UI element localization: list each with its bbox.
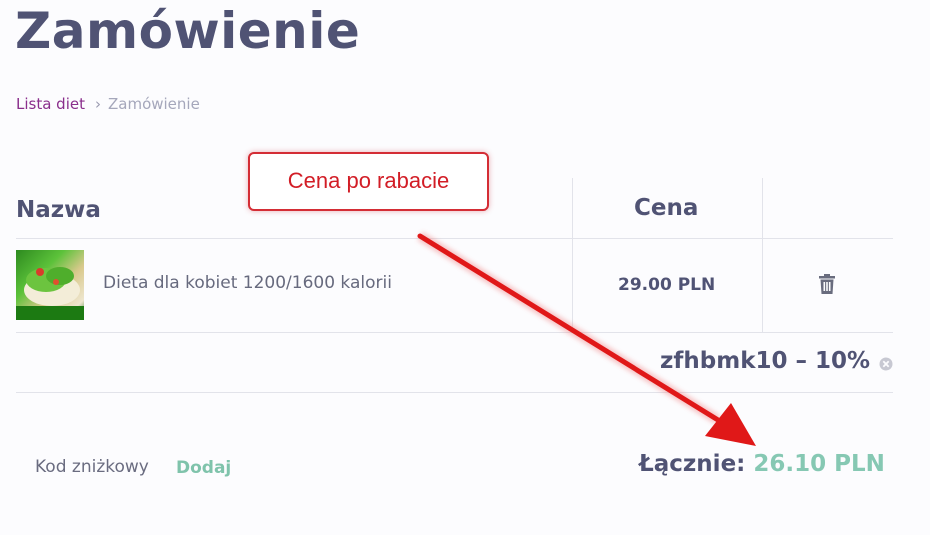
column-divider: [762, 178, 763, 332]
product-price: 29.00 PLN: [618, 275, 716, 295]
page-title: Zamówienie: [15, 2, 361, 60]
order-total: Łącznie: 26.10 PLN: [639, 451, 885, 477]
annotation-callout: Cena po rabacie: [248, 152, 489, 211]
add-discount-link[interactable]: Dodaj: [176, 458, 231, 478]
salad-photo: [16, 250, 84, 320]
discount-code-label: Kod zniżkowy: [35, 457, 149, 477]
total-value: 26.10 PLN: [753, 451, 885, 477]
row-divider: [16, 332, 893, 333]
row-divider: [16, 238, 893, 239]
annotation-text: Cena po rabacie: [287, 168, 450, 193]
row-divider: [16, 392, 893, 393]
trash-icon[interactable]: [818, 274, 836, 298]
chevron-right-icon: ›: [94, 95, 101, 113]
total-label: Łącznie:: [639, 451, 746, 477]
column-header-price: Cena: [634, 195, 699, 221]
breadcrumb-current: Zamówienie: [107, 95, 200, 113]
breadcrumb: Lista diet › Zamówienie: [16, 95, 200, 113]
column-divider: [572, 178, 573, 332]
close-circle-icon[interactable]: [879, 356, 893, 375]
column-header-name: Nazwa: [16, 197, 101, 223]
breadcrumb-link-diet-list[interactable]: Lista diet: [16, 95, 85, 113]
discount-code-label: zfhbmk10 – 10%: [660, 348, 871, 374]
product-name[interactable]: Dieta dla kobiet 1200/1600 kalorii: [103, 273, 392, 293]
